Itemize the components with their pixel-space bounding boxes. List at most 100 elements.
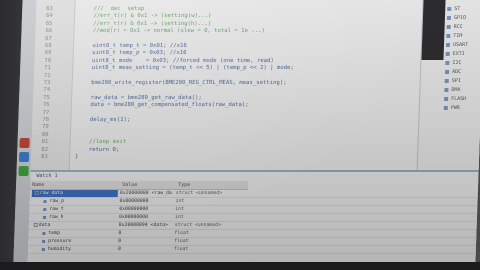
- line-number: 81: [41, 139, 49, 146]
- watch-row-type: int: [175, 207, 185, 212]
- expand-toggle-icon[interactable]: [33, 223, 38, 227]
- code-line[interactable]: //loop exit: [76, 139, 126, 145]
- peripheral-item[interactable]: FLASH: [451, 96, 466, 102]
- line-number: 78: [42, 117, 50, 123]
- peripheral-item[interactable]: ST: [454, 6, 460, 12]
- peripheral-item[interactable]: GPIO: [454, 15, 466, 21]
- line-number: 74: [43, 87, 51, 94]
- watch-row-value[interactable]: 0: [118, 238, 170, 245]
- watch-row-value[interactable]: 0x00000000: [119, 206, 171, 213]
- watch-row-type: float: [173, 247, 189, 252]
- watch-row-type: float: [174, 231, 189, 236]
- watch-row-name: data: [31, 222, 117, 229]
- code-line[interactable]: //err_t(r) & 0x1 -> (setting(w)...): [80, 13, 212, 19]
- watch-row[interactable]: humidity 0 float: [28, 246, 476, 253]
- watch-row-value[interactable]: 0: [118, 246, 170, 253]
- code-line[interactable]: //err_t(r) & 0x1 -> (setting(h)...): [80, 21, 211, 27]
- app-icon-green[interactable]: [18, 166, 29, 176]
- peripheral-item[interactable]: USART: [453, 42, 468, 48]
- field-icon: [43, 208, 47, 211]
- line-number: 77: [42, 109, 50, 116]
- taskbar: [0, 262, 480, 270]
- watch-row[interactable]: raw_t 0x00000000 int: [29, 206, 477, 213]
- peripheral-item[interactable]: PWR: [451, 105, 460, 111]
- watch-row[interactable]: pressure 0 float: [28, 238, 476, 245]
- watch-row[interactable]: raw_p 0x00000000 int: [29, 198, 477, 205]
- field-icon: [42, 216, 47, 219]
- watch-row-name: raw_data: [31, 190, 118, 197]
- watch-row-type: struct <unnamed>: [174, 223, 222, 228]
- line-number: 83: [40, 154, 48, 160]
- code-line[interactable]: raw_data = bme280_get_raw_data();: [77, 95, 202, 101]
- peripheral-item[interactable]: DMA: [451, 87, 460, 93]
- line-number-gutter: [30, 0, 76, 170]
- watch-row[interactable]: data 0x20000094 <data> struct <unnamed>: [29, 222, 477, 229]
- column-header-value[interactable]: Value: [119, 181, 177, 190]
- watch-row[interactable]: raw_h 0x00000000 int: [29, 214, 477, 221]
- app-icon-red[interactable]: [19, 138, 30, 148]
- watch-row[interactable]: temp 0 float: [28, 230, 476, 237]
- field-icon: [43, 200, 47, 203]
- code-line[interactable]: return 0;: [75, 147, 120, 153]
- watch-row-name: raw_p: [31, 198, 117, 205]
- watch-row[interactable]: raw_data 0x20000088 <raw_data> struct <unn…: [30, 190, 478, 197]
- watch-row-name: raw_h: [31, 214, 117, 221]
- watch-row-value[interactable]: 0x20000088 <raw_data>: [120, 190, 172, 197]
- peripheral-icon: [444, 88, 449, 92]
- code-line[interactable]: /// dec setup: [80, 6, 145, 12]
- code-line[interactable]: uint8_t mode = 0x03; //forced mode (one …: [78, 58, 274, 64]
- peripheral-icon: [444, 97, 449, 101]
- peripheral-icon: [443, 106, 448, 110]
- peripheral-icon: [446, 34, 451, 38]
- code-line[interactable]: uint8_t temp_p = 0x03; //x16: [79, 50, 187, 56]
- line-number: 70: [44, 57, 52, 64]
- watch-row-name: pressure: [30, 238, 116, 245]
- column-header-type[interactable]: Type: [175, 181, 249, 190]
- row-divider: [27, 253, 476, 254]
- code-editor[interactable]: 63 /// dec setup 64 //err_t(r) & 0x1 -> (…: [30, 0, 423, 170]
- line-number: 65: [45, 20, 53, 27]
- monitor-screen: 63 /// dec setup 64 //err_t(r) & 0x1 -> (…: [13, 0, 480, 262]
- expand-toggle-icon[interactable]: [34, 191, 39, 195]
- watch-row-type: int: [174, 215, 184, 220]
- watch-row-type: float: [174, 239, 189, 244]
- peripheral-item[interactable]: ADC: [452, 69, 461, 75]
- code-line[interactable]: uint8_t meas_setting = (temp_t << 5) | (…: [78, 65, 294, 71]
- peripheral-icon: [444, 70, 450, 74]
- line-number: 79: [42, 124, 49, 131]
- line-number: 69: [44, 50, 52, 57]
- peripheral-item[interactable]: TIM: [453, 33, 462, 39]
- peripheral-icon: [446, 16, 452, 20]
- peripheral-item[interactable]: I2C: [452, 60, 461, 66]
- peripheral-item[interactable]: RCC: [454, 24, 463, 30]
- watch-row-value[interactable]: 0: [118, 230, 170, 237]
- watch-row-value[interactable]: 0x00000000: [119, 198, 171, 205]
- line-number: 76: [42, 102, 50, 109]
- code-line[interactable]: delay_ms(1);: [76, 117, 131, 123]
- line-number: 75: [43, 94, 50, 101]
- code-line[interactable]: uint8_t temp_t = 0x01; //x16: [79, 43, 187, 49]
- column-header-name[interactable]: Name: [29, 181, 121, 190]
- line-number: 73: [43, 80, 51, 86]
- field-icon: [41, 248, 45, 251]
- code-line[interactable]: data = bme280_get_compensated_floats(raw…: [77, 102, 249, 108]
- line-number: 64: [45, 13, 53, 20]
- peripheral-icon: [445, 52, 450, 56]
- app-icon-blue[interactable]: [18, 152, 30, 162]
- code-line[interactable]: //mod(r) = 0x1 -> normal (slew = 0, tota…: [79, 28, 265, 34]
- code-line[interactable]: bme280_write_register(BME280_REG_CTRL_ME…: [78, 80, 287, 86]
- peripheral-item[interactable]: SPI: [452, 78, 461, 84]
- peripheral-icon: [444, 79, 449, 83]
- line-number: 71: [44, 65, 51, 72]
- peripheral-icon: [445, 61, 450, 65]
- watch-row-value[interactable]: 0x20000094 <data>: [119, 222, 171, 229]
- code-line[interactable]: }: [75, 154, 79, 160]
- peripheral-item[interactable]: EXTI: [453, 51, 465, 57]
- line-number: 63: [46, 6, 53, 12]
- watch-row-type: int: [175, 199, 185, 204]
- field-icon: [42, 240, 46, 243]
- peripheral-icon: [445, 43, 451, 47]
- line-number: 67: [45, 35, 52, 42]
- watch-row-type: struct <unnamed>: [175, 191, 223, 196]
- watch-row-value[interactable]: 0x00000000: [119, 214, 171, 221]
